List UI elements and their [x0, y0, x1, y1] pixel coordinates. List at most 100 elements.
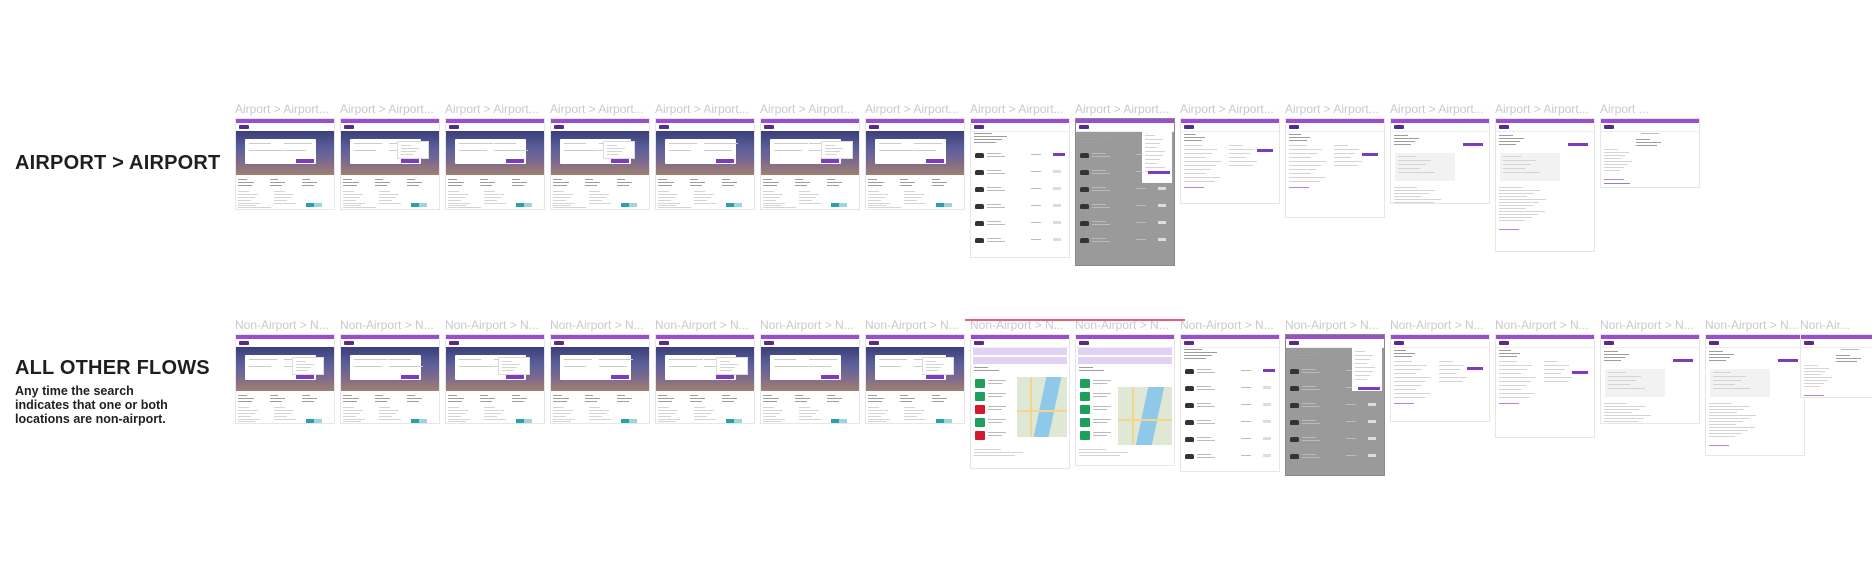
- text-line: [900, 179, 909, 180]
- text-line: [448, 421, 466, 422]
- text-line: [974, 452, 1024, 453]
- vehicle-desc: [987, 241, 1005, 242]
- provider-badge: [1080, 379, 1090, 388]
- heading: [1641, 133, 1659, 134]
- text-line: [238, 185, 252, 186]
- text-line: [553, 419, 576, 420]
- screenshot-thumbnail: [1180, 118, 1280, 204]
- app-badge: [411, 419, 419, 423]
- text-line: [722, 398, 737, 399]
- vehicle-desc: [1197, 406, 1215, 407]
- text-line: [480, 395, 489, 396]
- search-button: [611, 375, 629, 379]
- text-line: [868, 205, 886, 206]
- text-line: [448, 401, 462, 402]
- logo: [1709, 341, 1719, 345]
- text-line: [1184, 134, 1196, 135]
- text-line: [1145, 163, 1157, 164]
- text-line: [1499, 211, 1545, 212]
- text-line: [343, 194, 363, 195]
- text-line: [512, 185, 525, 186]
- vehicle-desc: [1302, 423, 1320, 424]
- search-button: [296, 375, 314, 379]
- text-line: [690, 395, 699, 396]
- vehicle-name: [1302, 420, 1316, 421]
- location-bar: [1078, 357, 1172, 364]
- text-line: [763, 401, 777, 402]
- text-line: [763, 197, 780, 198]
- text-line: [1713, 372, 1731, 373]
- vehicle-image: [1185, 386, 1194, 391]
- text-line: [1608, 388, 1646, 389]
- text-line: [379, 419, 402, 420]
- logo: [764, 125, 774, 129]
- text-line: [553, 401, 567, 402]
- text-line: [238, 413, 255, 414]
- vehicle-desc: [1302, 406, 1320, 407]
- select-button: [1053, 204, 1061, 207]
- text-line: [448, 416, 462, 417]
- vehicle-desc: [1092, 173, 1110, 174]
- text-line: [270, 398, 285, 399]
- provider-name: [988, 393, 1006, 394]
- text-line: [1334, 161, 1362, 162]
- location-bar: [973, 348, 1067, 355]
- frame-label: Non-Air...: [1800, 318, 1851, 332]
- nav-bar: [1286, 123, 1384, 132]
- text-line: [343, 407, 354, 408]
- text-line: [799, 407, 810, 408]
- text-line: [1804, 380, 1828, 381]
- vehicle-name: [1092, 153, 1106, 154]
- logo: [764, 341, 774, 345]
- text-line: [343, 205, 361, 206]
- text-line: [763, 419, 786, 420]
- text-line: [827, 398, 842, 399]
- text-line: [1499, 135, 1513, 136]
- text-line: [1184, 352, 1217, 353]
- text-line: [1289, 177, 1326, 178]
- form-field: [249, 366, 271, 367]
- select-button: [1263, 369, 1275, 372]
- text-line: [1604, 403, 1627, 404]
- price: [1136, 239, 1146, 240]
- text-line: [694, 410, 714, 411]
- flow-frame: Airport > Airport...: [1285, 102, 1385, 218]
- logo: [1499, 341, 1509, 345]
- heading: [1841, 349, 1859, 350]
- text-line: [379, 203, 402, 204]
- form-field: [459, 150, 487, 151]
- price: [1031, 239, 1041, 240]
- text-line: [238, 200, 252, 201]
- text-line: [1289, 352, 1322, 353]
- form-field: [459, 359, 481, 360]
- text-line: [1394, 369, 1422, 370]
- text-line: [448, 398, 465, 399]
- text-line: [1709, 415, 1756, 416]
- text-line: [1394, 187, 1417, 188]
- text-line: [795, 401, 808, 402]
- text-line: [589, 416, 603, 417]
- provider-badge: [1080, 418, 1090, 427]
- provider-badge: [975, 418, 985, 427]
- text-line: [302, 401, 315, 402]
- text-line: [1334, 165, 1358, 166]
- form-field: [494, 143, 516, 144]
- vehicle-name: [1092, 204, 1106, 205]
- text-line: [484, 200, 498, 201]
- text-line: [343, 423, 376, 424]
- text-line: [690, 401, 703, 402]
- provider-detail: [988, 422, 1002, 423]
- text-line: [270, 395, 279, 396]
- logo: [449, 125, 459, 129]
- text-line: [868, 395, 877, 396]
- vehicle-name: [1197, 386, 1211, 387]
- text-line: [401, 148, 420, 149]
- text-line: [1713, 380, 1741, 381]
- search-button: [716, 159, 734, 163]
- text-line: [1604, 351, 1618, 352]
- text-line: [974, 455, 1016, 456]
- frame-label: Airport > Airport...: [445, 102, 539, 116]
- text-line: [799, 416, 813, 417]
- screenshot-thumbnail: [1075, 118, 1175, 266]
- text-line: [1608, 372, 1626, 373]
